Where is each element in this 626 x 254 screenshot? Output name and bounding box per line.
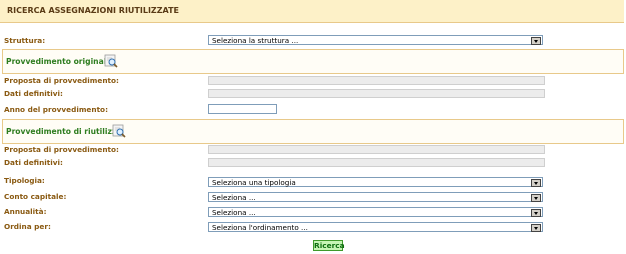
struttura-select-value: Seleziona la struttura ... [212,36,299,45]
anno-label: Anno del provvedimento: [4,105,108,114]
magnifier-icon[interactable] [104,54,118,68]
tipologia-select-value: Seleziona una tipologia [212,178,296,187]
original-dati-label: Dati definitivi: [4,89,63,98]
ordina-label: Ordina per: [4,222,51,231]
anno-input[interactable] [208,104,277,114]
reuse-dati-label: Dati definitivi: [4,158,63,167]
chevron-down-icon[interactable] [531,179,541,187]
magnifier-icon[interactable] [112,124,126,138]
conto-select[interactable]: Seleziona ... [208,192,543,202]
tipologia-select[interactable]: Seleziona una tipologia [208,177,543,187]
annualita-select[interactable]: Seleziona ... [208,207,543,217]
reuse-dati-field [208,158,545,167]
search-button[interactable]: Ricerca [313,240,345,251]
original-dati-field [208,89,545,98]
original-proposta-field [208,76,545,85]
section-original-title: Provvedimento originale [6,57,112,66]
conto-label: Conto capitale: [4,192,67,201]
chevron-down-icon[interactable] [531,209,541,217]
conto-select-value: Seleziona ... [212,193,256,202]
tipologia-label: Tipologia: [4,176,45,185]
page-header: RICERCA ASSEGNAZIONI RIUTILIZZATE [0,0,624,23]
reuse-proposta-label: Proposta di provvedimento: [4,145,119,154]
annualita-select-value: Seleziona ... [212,208,256,217]
page-title: RICERCA ASSEGNAZIONI RIUTILIZZATE [7,6,180,15]
section-reuse: Provvedimento di riutilizzo [2,119,624,144]
section-original: Provvedimento originale [2,49,624,74]
reuse-proposta-field [208,145,545,154]
chevron-down-icon[interactable] [531,194,541,202]
chevron-down-icon[interactable] [531,37,541,45]
ordina-select[interactable]: Seleziona l'ordinamento ... [208,222,543,232]
struttura-select[interactable]: Seleziona la struttura ... [208,35,543,45]
original-proposta-label: Proposta di provvedimento: [4,76,119,85]
ordina-select-value: Seleziona l'ordinamento ... [212,223,308,232]
struttura-label: Struttura: [4,36,46,45]
section-reuse-title: Provvedimento di riutilizzo [6,127,122,136]
annualita-label: Annualità: [4,207,47,216]
chevron-down-icon[interactable] [531,224,541,232]
